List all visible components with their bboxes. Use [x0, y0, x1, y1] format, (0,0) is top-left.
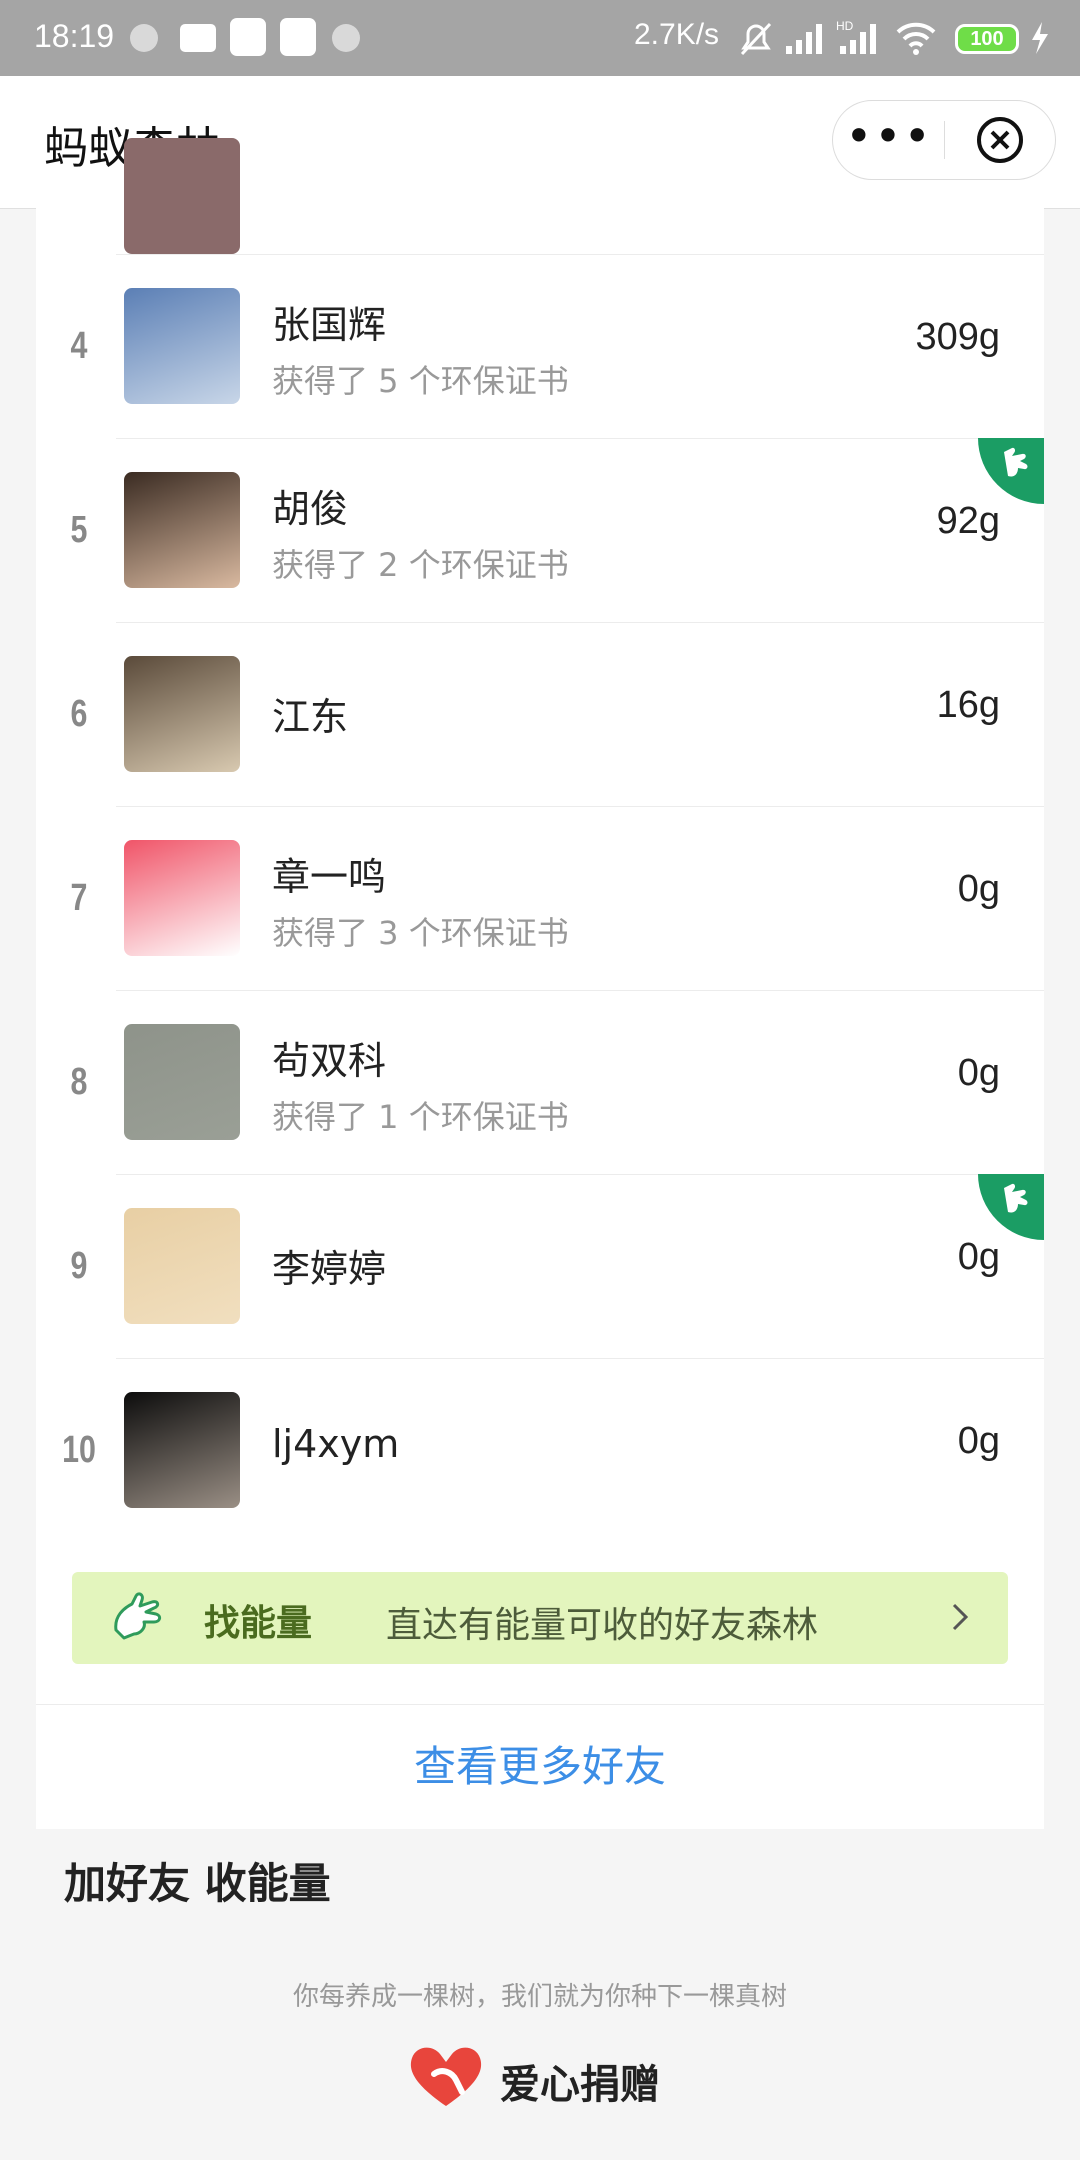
signal-hd-label: HD [836, 19, 854, 33]
donate-button[interactable]: 爱心捐赠 [404, 2040, 704, 2110]
ranking-row-8[interactable]: 8 茍双科 获得了 1 个环保证书 0g [36, 990, 1044, 1174]
ranking-row-7[interactable]: 7 章一鸣 获得了 3 个环保证书 0g [36, 806, 1044, 990]
energy-amount: 0g [957, 1052, 1000, 1094]
friend-name: 胡俊 [272, 487, 349, 531]
find-energy-description: 直达有能量可收的好友森林 [386, 1605, 819, 1646]
ranking-row-4[interactable]: 4 张国辉 获得了 5 个环保证书 309g [36, 254, 1044, 438]
charging-bolt-icon [1032, 22, 1048, 54]
energy-amount: 16g [936, 684, 1000, 726]
energy-amount: 0g [957, 1420, 1000, 1462]
avatar[interactable] [124, 656, 240, 772]
more-dots-icon[interactable]: ••• [833, 101, 945, 179]
app-notification-icon [230, 18, 266, 56]
collectable-energy-hand-icon[interactable] [978, 1174, 1044, 1240]
view-more-friends-link[interactable]: 查看更多好友 [36, 1705, 1044, 1829]
list-item-partial [36, 138, 1044, 254]
ranking-row-9[interactable]: 9 李婷婷 0g [36, 1174, 1044, 1358]
find-energy-title: 找能量 [204, 1603, 313, 1644]
avatar[interactable] [124, 288, 240, 404]
rank-number: 4 [70, 325, 88, 367]
row-divider [116, 254, 1044, 255]
miniprogram-capsule: ••• [832, 100, 1056, 180]
energy-amount: 309g [915, 316, 1000, 358]
row-divider [116, 438, 1044, 439]
ranking-list: 4 张国辉 获得了 5 个环保证书 309g 5 胡俊 获得了 2 个环保证书 … [36, 138, 1044, 1829]
status-time: 18:19 [34, 18, 115, 54]
avatar[interactable] [124, 1208, 240, 1324]
energy-amount: 0g [957, 1236, 1000, 1278]
tree-planting-note: 你每养成一棵树，我们就为你种下一棵真树 [292, 1982, 787, 2012]
friend-name: 李婷婷 [272, 1247, 387, 1291]
find-energy-banner[interactable]: 找能量 直达有能量可收的好友森林 [72, 1572, 1008, 1664]
ranking-row-5[interactable]: 5 胡俊 获得了 2 个环保证书 92g [36, 438, 1044, 622]
rank-number: 7 [70, 877, 88, 919]
certificate-count: 获得了 5 个环保证书 [272, 362, 569, 400]
avatar[interactable] [124, 840, 240, 956]
avatar[interactable] [124, 472, 240, 588]
signal-icon [786, 24, 822, 54]
add-friends-title: 加好友 收能量 [64, 1859, 331, 1908]
rank-number: 5 [70, 509, 88, 551]
row-divider [116, 990, 1044, 991]
hand-icon [114, 1592, 162, 1640]
ranking-row-6[interactable]: 6 江东 16g [36, 622, 1044, 806]
wifi-icon [896, 22, 936, 55]
capsule-divider [944, 121, 945, 159]
status-bar: 18:19 2.7K/s HD 100 [0, 0, 1080, 76]
chevron-right-icon [952, 1603, 969, 1631]
certificate-count: 获得了 1 个环保证书 [272, 1098, 569, 1136]
avatar[interactable] [124, 1024, 240, 1140]
friend-name: 江东 [272, 695, 349, 739]
friend-name: 章一鸣 [272, 855, 387, 899]
row-divider [116, 1358, 1044, 1359]
notification-dot-icon [130, 24, 158, 52]
donate-label: 爱心捐赠 [500, 2062, 660, 2108]
row-divider [116, 1174, 1044, 1175]
rank-number: 8 [70, 1061, 88, 1103]
friend-name: 张国辉 [272, 303, 387, 347]
heart-donate-icon [410, 2047, 482, 2106]
rank-number: 9 [70, 1245, 88, 1287]
avatar [124, 138, 240, 254]
browser-notification-icon [280, 18, 316, 56]
energy-amount: 0g [957, 868, 1000, 910]
certificate-count: 获得了 3 个环保证书 [272, 914, 569, 952]
network-speed: 2.7K/s [634, 18, 720, 51]
friend-name: 茍双科 [272, 1039, 387, 1083]
rank-number: 10 [62, 1429, 96, 1471]
ranking-row-10[interactable]: 10 lj4xym 0g [36, 1358, 1044, 1542]
avatar[interactable] [124, 1392, 240, 1508]
notification-dot-icon-2 [332, 24, 360, 52]
row-divider [116, 622, 1044, 623]
signal-hd-icon: HD [836, 19, 876, 54]
row-divider [116, 806, 1044, 807]
message-icon [180, 24, 216, 52]
mute-bell-icon [740, 22, 772, 56]
friend-name: lj4xym [272, 1422, 400, 1466]
energy-amount: 92g [936, 500, 1000, 542]
certificate-count: 获得了 2 个环保证书 [272, 546, 569, 584]
close-circle-icon[interactable] [975, 115, 1025, 165]
rank-number: 6 [70, 693, 88, 735]
battery-icon: 100 [955, 24, 1019, 54]
collectable-energy-hand-icon[interactable] [978, 438, 1044, 504]
